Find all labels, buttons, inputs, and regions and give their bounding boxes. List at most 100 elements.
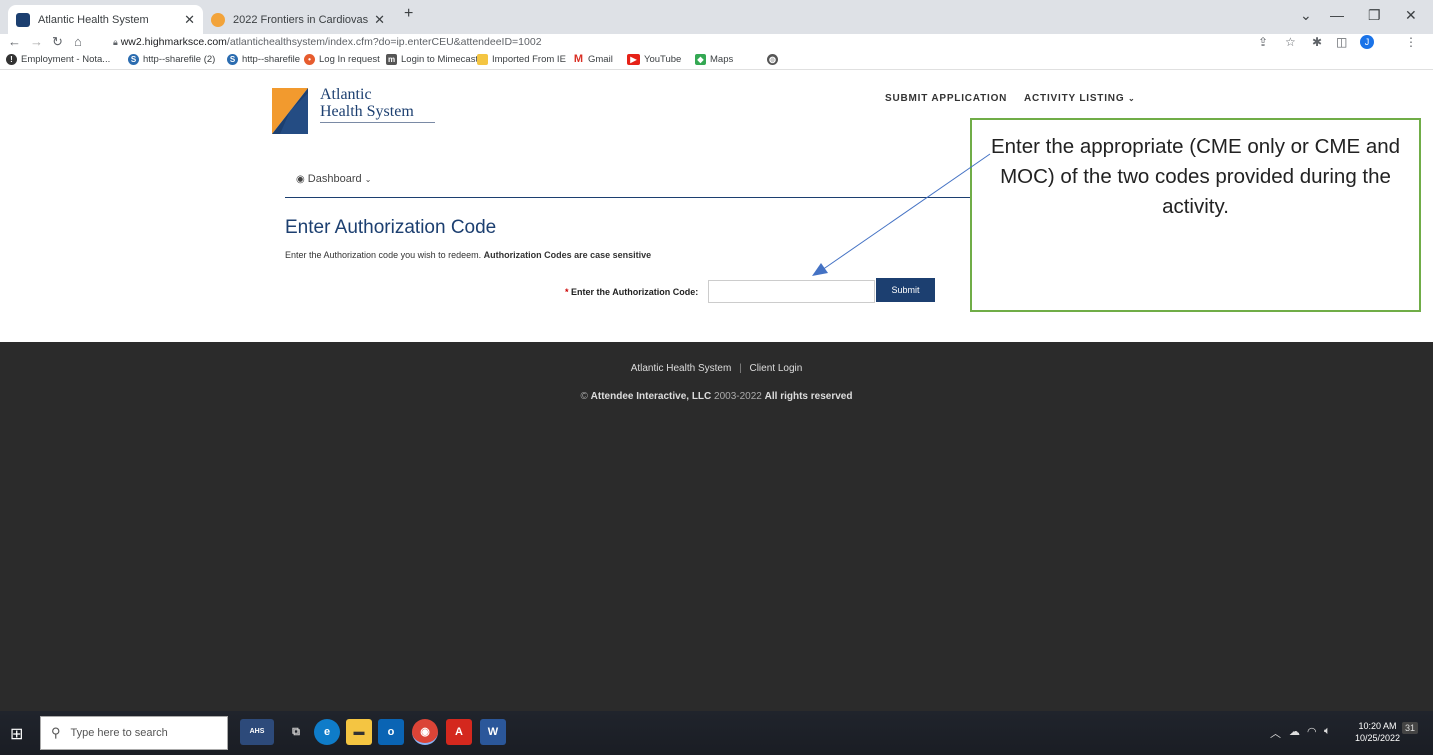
copyright-rights: All rights reserved bbox=[764, 391, 853, 402]
bookmark-globe[interactable]: ◍ bbox=[767, 54, 782, 65]
bookmark-log-in-request[interactable]: • Log In request bbox=[304, 54, 380, 65]
outlook-icon[interactable]: o bbox=[378, 719, 404, 745]
volume-icon[interactable]: 🔈︎ bbox=[1324, 725, 1331, 738]
restore-icon[interactable]: ❐ bbox=[1368, 7, 1381, 24]
windows-taskbar: ⊞ ⚲ Type here to search AHS ⧉ e ▬ o ◉ A … bbox=[0, 711, 1433, 755]
chrome-icon[interactable]: ◉ bbox=[412, 719, 438, 745]
bookmark-sharefile-2[interactable]: Shttp--sharefile (2) bbox=[128, 54, 215, 65]
clock-date: 10/25/2022 bbox=[1355, 733, 1401, 743]
word-icon[interactable]: W bbox=[480, 719, 506, 745]
tab-title: Atlantic Health System bbox=[38, 13, 149, 26]
notification-center-icon[interactable]: 31 bbox=[1402, 722, 1419, 734]
bookmark-employment[interactable]: ! Employment - Nota... bbox=[6, 54, 110, 65]
url-host: ww2.highmarksce.com bbox=[120, 36, 227, 48]
sharefile-icon: S bbox=[227, 54, 238, 65]
tray-overflow-icon[interactable]: ︿ bbox=[1270, 725, 1281, 741]
task-view-icon[interactable]: ⧉ bbox=[283, 719, 309, 745]
logo-divider bbox=[320, 122, 435, 123]
youtube-icon: ▶ bbox=[627, 54, 640, 65]
auth-code-label: * Enter the Authorization Code: bbox=[565, 287, 698, 297]
home-icon[interactable]: ⌂ bbox=[74, 34, 82, 50]
browser-toolbar: ← → ↻ ⌂ 🔒︎ ww2.highmarksce.com/atlantich… bbox=[0, 34, 1433, 50]
mimecast-icon: m bbox=[386, 54, 397, 65]
nav-activity-listing-label: ACTIVITY LISTING bbox=[1024, 93, 1125, 104]
dashboard-gauge-icon: ◉ bbox=[296, 174, 305, 185]
close-window-icon[interactable]: ✕ bbox=[1405, 7, 1417, 24]
employment-icon: ! bbox=[6, 54, 17, 65]
folder-icon bbox=[477, 54, 488, 65]
close-tab-icon[interactable]: ✕ bbox=[374, 12, 385, 28]
bookmark-sharefile[interactable]: Shttp--sharefile bbox=[227, 54, 300, 65]
required-marker: * bbox=[565, 287, 569, 297]
copyright-company: Attendee Interactive, LLC bbox=[590, 391, 712, 402]
file-explorer-icon[interactable]: ▬ bbox=[346, 719, 372, 745]
back-icon[interactable]: ← bbox=[8, 34, 21, 50]
lock-icon: 🔒︎ bbox=[113, 37, 118, 47]
tab-frontiers-cardiovascular[interactable]: 2022 Frontiers in Cardiovascular ✕ bbox=[203, 5, 393, 34]
dashboard-label: Dashboard bbox=[307, 173, 362, 185]
bookmark-maps[interactable]: ◆ Maps bbox=[695, 54, 733, 65]
taskbar-clock[interactable]: 10:20 AM 10/25/2022 bbox=[1355, 720, 1400, 744]
browser-tab-strip: Atlantic Health System ✕ 2022 Frontiers … bbox=[0, 0, 1433, 34]
submit-button[interactable]: Submit bbox=[876, 278, 935, 302]
atlantic-favicon-icon bbox=[16, 12, 30, 27]
bookmark-youtube[interactable]: ▶ YouTube bbox=[627, 54, 681, 65]
heart-favicon-icon bbox=[211, 12, 225, 27]
bookmark-gmail[interactable]: M Gmail bbox=[573, 54, 613, 65]
footer-separator: | bbox=[739, 363, 742, 374]
clock-time: 10:20 AM bbox=[1358, 721, 1397, 731]
footer-org-link[interactable]: Atlantic Health System bbox=[631, 363, 732, 374]
wifi-icon[interactable]: ◠ bbox=[1307, 725, 1317, 738]
auth-code-label-text: Enter the Authorization Code: bbox=[571, 287, 699, 297]
dashboard-menu[interactable]: ◉ Dashboard ⌄ bbox=[296, 173, 371, 185]
login-request-icon: • bbox=[304, 54, 315, 65]
reload-icon[interactable]: ↻ bbox=[52, 34, 63, 50]
gmail-icon: M bbox=[573, 53, 584, 65]
instructions-text: Enter the Authorization code you wish to… bbox=[285, 250, 651, 260]
nav-activity-listing[interactable]: ACTIVITY LISTING ⌄ bbox=[1024, 93, 1136, 104]
maps-icon: ◆ bbox=[695, 54, 706, 65]
client-login-link[interactable]: Client Login bbox=[749, 363, 802, 374]
bookmarks-bar: ! Employment - Nota... Shttp--sharefile (… bbox=[0, 52, 1433, 70]
minimize-icon[interactable]: — bbox=[1330, 7, 1344, 23]
bookmark-folder-imported[interactable]: Imported From IE bbox=[477, 54, 566, 65]
windows-start-icon[interactable]: ⊞ bbox=[10, 724, 23, 744]
chevron-down-icon: ⌄ bbox=[1128, 94, 1136, 103]
acrobat-icon[interactable]: A bbox=[446, 719, 472, 745]
forward-icon[interactable]: → bbox=[30, 34, 43, 50]
footer-links: Atlantic Health System | Client Login bbox=[0, 363, 1433, 374]
side-panel-icon[interactable]: ◫ bbox=[1336, 34, 1347, 50]
site-footer: Atlantic Health System | Client Login © … bbox=[0, 342, 1433, 711]
bookmark-star-icon[interactable]: ☆ bbox=[1285, 34, 1296, 50]
bookmark-mimecast[interactable]: m Login to Mimecast bbox=[386, 54, 478, 65]
tab-search-icon[interactable]: ⌄ bbox=[1300, 7, 1312, 24]
atlantic-logo-icon[interactable] bbox=[272, 88, 308, 134]
taskbar-search-box[interactable]: ⚲ Type here to search bbox=[40, 716, 228, 750]
taskbar-search-placeholder: Type here to search bbox=[70, 727, 168, 739]
extensions-icon[interactable]: ✱ bbox=[1312, 34, 1322, 50]
atlantic-app-icon[interactable]: AHS bbox=[240, 719, 274, 745]
sharefile-icon: S bbox=[128, 54, 139, 65]
footer-copyright: © Attendee Interactive, LLC 2003-2022 Al… bbox=[0, 391, 1433, 402]
close-tab-icon[interactable]: ✕ bbox=[184, 12, 195, 28]
site-logo-text[interactable]: Atlantic Health System bbox=[320, 86, 414, 120]
edge-icon[interactable]: e bbox=[314, 719, 340, 745]
instruction-callout: Enter the appropriate (CME only or CME a… bbox=[970, 118, 1421, 312]
auth-code-input[interactable] bbox=[708, 280, 875, 303]
nav-submit-application[interactable]: SUBMIT APPLICATION bbox=[885, 93, 1007, 104]
address-bar[interactable]: 🔒︎ ww2.highmarksce.com/atlantichealthsys… bbox=[113, 34, 1243, 50]
search-icon: ⚲ bbox=[51, 725, 61, 740]
onedrive-icon[interactable]: ☁ bbox=[1289, 725, 1300, 738]
url-path: /atlantichealthsystem/index.cfm?do=ip.en… bbox=[226, 36, 542, 48]
copyright-symbol: © bbox=[580, 391, 588, 402]
logo-line-1: Atlantic bbox=[320, 86, 372, 103]
new-tab-button[interactable]: + bbox=[404, 5, 413, 23]
share-icon[interactable]: ⇪ bbox=[1258, 34, 1268, 50]
logo-line-2: Health System bbox=[320, 103, 414, 120]
page-title: Enter Authorization Code bbox=[285, 217, 497, 238]
tab-atlantic-health[interactable]: Atlantic Health System ✕ bbox=[8, 5, 203, 34]
profile-avatar[interactable]: J bbox=[1360, 35, 1374, 49]
instructions-bold: Authorization Codes are case sensitive bbox=[483, 250, 652, 260]
copyright-years: 2003-2022 bbox=[714, 391, 762, 402]
menu-icon[interactable]: ⋮ bbox=[1405, 34, 1417, 50]
